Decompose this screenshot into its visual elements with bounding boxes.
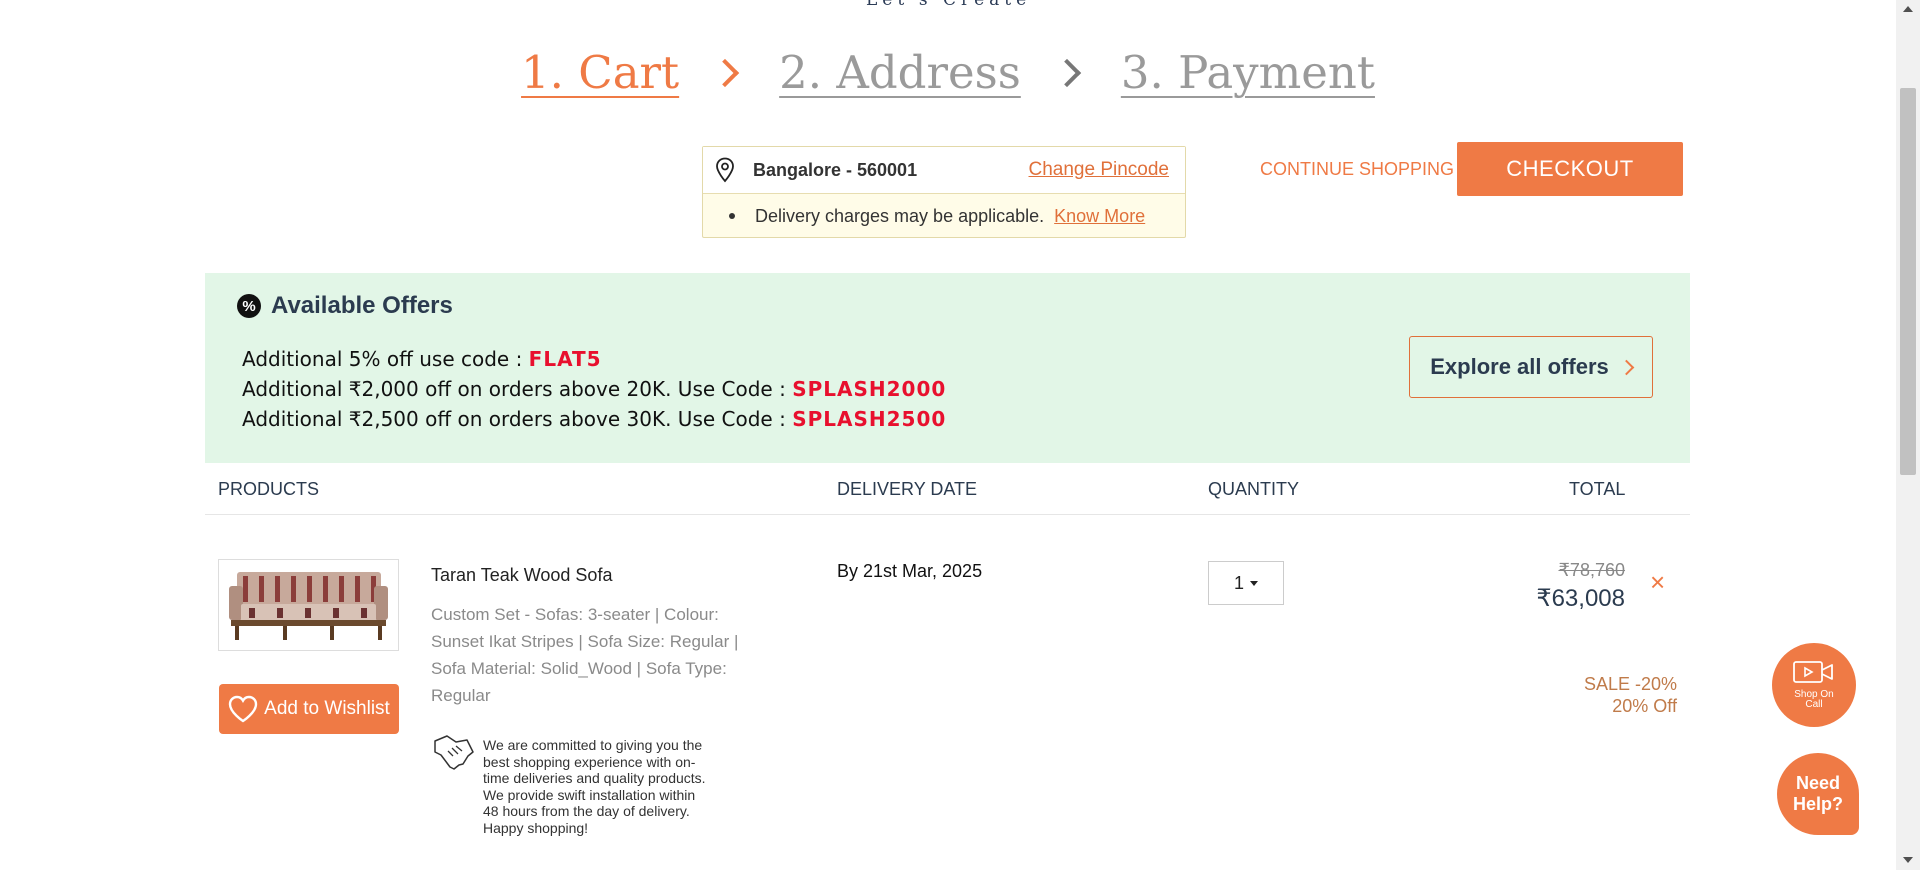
delivery-note-text: Delivery charges may be applicable.: [755, 205, 1045, 226]
shop-on-call-button[interactable]: Shop On Call: [1772, 643, 1856, 727]
original-price: ₹78,760: [1558, 560, 1625, 580]
offer-text: Additional ₹2,000 off on orders above 20…: [242, 377, 793, 401]
remove-item-icon[interactable]: ×: [1650, 567, 1665, 598]
step-address[interactable]: 2. Address: [779, 46, 1021, 99]
chevron-right-icon: [1052, 58, 1081, 87]
quantity-value: 1: [1233, 572, 1244, 593]
shop-on-call-label: Shop On Call: [1794, 689, 1834, 710]
discount-label: 20% Off: [1612, 696, 1677, 716]
step-payment[interactable]: 3. Payment: [1121, 46, 1375, 99]
add-to-wishlist-button[interactable]: Add to Wishlist: [219, 684, 399, 734]
video-call-icon: [1793, 661, 1833, 683]
offer-line: Additional 5% off use code : FLAT5: [242, 347, 602, 371]
checkout-button[interactable]: CHECKOUT: [1457, 142, 1683, 196]
commitment-text: We are committed to giving you the best …: [483, 737, 706, 836]
explore-offers-button[interactable]: Explore all offers: [1409, 336, 1653, 398]
handshake-icon: [434, 735, 474, 770]
sale-info: SALE -20% 20% Off: [1584, 673, 1677, 717]
pincode-location: Bangalore - 560001: [753, 159, 918, 180]
offer-line: Additional ₹2,000 off on orders above 20…: [242, 377, 946, 401]
step-cart[interactable]: 1. Cart: [521, 46, 679, 99]
continue-shopping-link[interactable]: CONTINUE SHOPPING: [1260, 159, 1454, 180]
offer-code: SPLASH2500: [792, 407, 947, 431]
scrollbar[interactable]: [1896, 0, 1920, 870]
need-help-label: Need Help?: [1792, 773, 1843, 814]
checkout-steps: 1. Cart 2. Address 3. Payment: [0, 46, 1896, 99]
sale-price: ₹63,008: [1536, 585, 1625, 612]
change-pincode-link[interactable]: Change Pincode: [1029, 159, 1170, 181]
product-description: Custom Set - Sofas: 3-seater | Colour: S…: [431, 605, 739, 705]
offer-text: Additional 5% off use code :: [242, 347, 529, 371]
chevron-right-icon: [710, 58, 740, 87]
offer-code: SPLASH2000: [792, 377, 947, 401]
offer-code: FLAT5: [528, 347, 602, 371]
offers-panel: % Available Offers Additional 5% off use…: [205, 273, 1690, 463]
need-help-button[interactable]: Need Help?: [1777, 753, 1859, 835]
pincode-row: Bangalore - 560001 Change Pincode: [703, 147, 1185, 194]
offers-title: Available Offers: [271, 292, 453, 319]
offer-line: Additional ₹2,500 off on orders above 30…: [242, 407, 946, 431]
delivery-note: Delivery charges may be applicable. Know…: [703, 194, 1185, 238]
quantity-select[interactable]: 1: [1208, 561, 1284, 605]
explore-offers-label: Explore all offers: [1430, 354, 1609, 379]
know-more-link[interactable]: Know More: [1054, 206, 1145, 227]
product-name[interactable]: Taran Teak Wood Sofa: [431, 565, 612, 586]
discount-badge-icon: %: [237, 294, 261, 318]
header-quantity: QUANTITY: [1208, 479, 1300, 499]
header-delivery-date: DELIVERY DATE: [837, 479, 978, 499]
offer-text: Additional ₹2,500 off on orders above 30…: [242, 407, 793, 431]
offers-heading: % Available Offers: [237, 292, 453, 320]
logo-tagline: Let's Create: [866, 0, 1032, 10]
header-products: PRODUCTS: [218, 479, 320, 499]
delivery-date: By 21st Mar, 2025: [837, 561, 983, 581]
chevron-right-icon: [1618, 359, 1635, 375]
scroll-up-arrow-icon[interactable]: [1903, 6, 1913, 12]
scroll-down-arrow-icon[interactable]: [1903, 857, 1913, 863]
heart-icon: [228, 695, 258, 723]
header-total: TOTAL: [1569, 479, 1626, 499]
scrollbar-thumb[interactable]: [1900, 88, 1916, 475]
caret-down-icon: [1250, 580, 1258, 586]
cart-table-header: PRODUCTS DELIVERY DATE QUANTITY TOTAL: [205, 463, 1690, 515]
bullet-icon: [729, 213, 735, 219]
wishlist-label: Add to Wishlist: [264, 698, 390, 719]
pincode-box: Bangalore - 560001 Change Pincode Delive…: [702, 146, 1186, 238]
sofa-illustration: [223, 564, 394, 646]
sale-label: SALE -20%: [1583, 674, 1677, 694]
product-image[interactable]: [218, 559, 399, 651]
location-pin-icon: [716, 157, 734, 183]
